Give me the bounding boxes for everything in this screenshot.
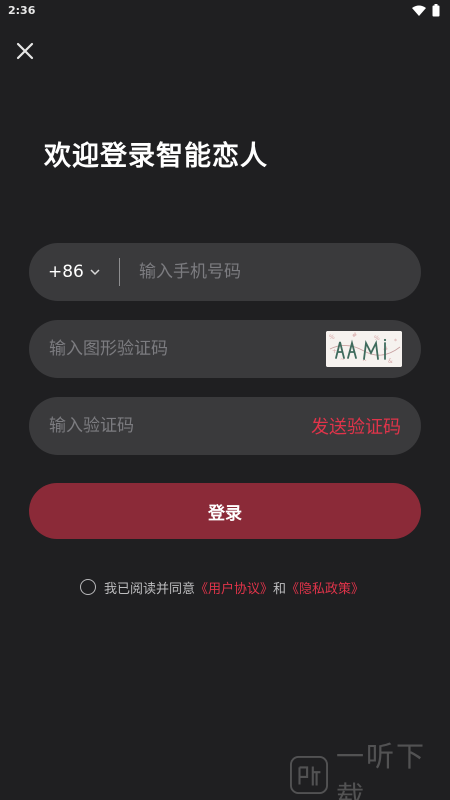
svg-text:%: %	[374, 335, 380, 342]
svg-text:*: *	[394, 338, 397, 345]
wifi-icon	[412, 5, 426, 16]
agreement-row: 我已阅读并同意 《用户协议》 和 《隐私政策》	[80, 577, 364, 597]
watermark: 一听下载	[290, 740, 450, 800]
watermark-logo	[290, 756, 328, 794]
agreement-conjunction: 和	[273, 581, 287, 597]
page-title: 欢迎登录智能恋人	[44, 141, 268, 172]
svg-text:^: ^	[362, 359, 367, 366]
svg-text:&: &	[388, 358, 393, 365]
captcha-image[interactable]: % ~ # % & * ^ + #	[326, 331, 402, 367]
battery-icon	[432, 3, 440, 16]
phone-field: +86	[29, 243, 421, 301]
close-icon	[16, 42, 34, 60]
agreement-checkbox[interactable]	[80, 579, 96, 595]
country-code-label: +86	[48, 262, 84, 282]
close-button[interactable]	[12, 38, 38, 64]
sms-code-input[interactable]	[29, 416, 311, 436]
login-button[interactable]: 登录	[29, 483, 421, 539]
country-code-selector[interactable]: +86	[29, 262, 119, 282]
agreement-prefix: 我已阅读并同意	[104, 581, 196, 597]
phone-input[interactable]	[120, 262, 421, 282]
svg-text:#: #	[352, 332, 357, 339]
image-captcha-input[interactable]	[29, 339, 326, 359]
status-icons	[412, 3, 440, 17]
status-time: 2:36	[8, 3, 36, 17]
image-captcha-field: %~# %&* ^+#	[29, 320, 421, 378]
send-code-button[interactable]: 发送验证码	[311, 413, 401, 439]
watermark-text: 一听下载	[336, 740, 427, 800]
captcha-graphic: %~# %&* ^+ #	[326, 331, 402, 367]
privacy-policy-link[interactable]: 《隐私政策》	[286, 578, 364, 597]
sms-code-field: 发送验证码	[29, 397, 421, 455]
status-bar: 2:36	[0, 0, 450, 20]
chevron-down-icon	[90, 268, 100, 275]
svg-text:%: %	[329, 334, 335, 341]
user-agreement-link[interactable]: 《用户协议》	[195, 578, 273, 597]
